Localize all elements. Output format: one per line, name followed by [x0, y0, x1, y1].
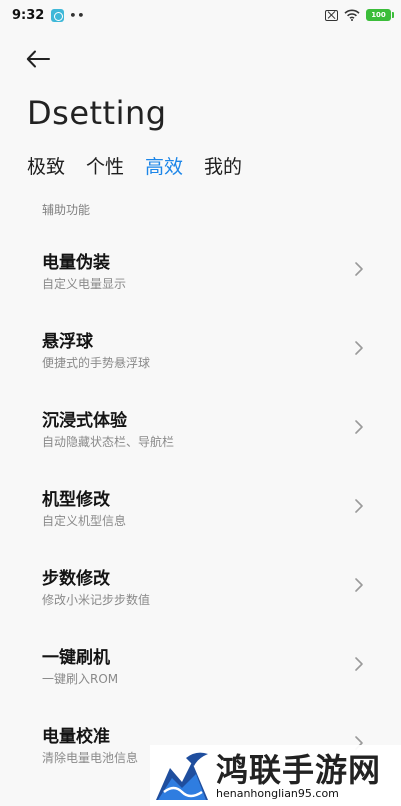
item-title: 一键刷机 [42, 648, 110, 668]
chevron-right-icon [355, 262, 363, 276]
status-icons: 100 [325, 9, 394, 21]
arrow-left-icon [26, 50, 50, 68]
item-subtitle: 自动隐藏状态栏、导航栏 [42, 435, 175, 449]
watermark: 鸿联手游网 henanhonglian95.com [150, 745, 401, 806]
notification-dots: •• [69, 8, 86, 22]
item-subtitle: 便捷式的手势悬浮球 [42, 356, 151, 370]
item-title: 电量校准 [42, 727, 110, 747]
no-sim-icon [325, 9, 338, 21]
chevron-right-icon [355, 341, 363, 355]
list-item-floating-ball[interactable]: 悬浮球 便捷式的手势悬浮球 [0, 309, 401, 388]
item-subtitle: 自定义电量显示 [42, 277, 127, 291]
item-title: 机型修改 [42, 490, 110, 510]
item-subtitle: 清除电量电池信息 [42, 751, 139, 765]
list-item-one-click-flash[interactable]: 一键刷机 一键刷入ROM [0, 625, 401, 704]
back-button[interactable] [26, 44, 58, 74]
watermark-logo [154, 749, 210, 802]
tab-mine[interactable]: 我的 [204, 152, 242, 179]
list-item-model-modify[interactable]: 机型修改 自定义机型信息 [0, 467, 401, 546]
item-subtitle: 一键刷入ROM [42, 672, 119, 686]
list-item-immersive[interactable]: 沉浸式体验 自动隐藏状态栏、导航栏 [0, 388, 401, 467]
list-item-battery-disguise[interactable]: 电量伪装 自定义电量显示 [0, 230, 401, 309]
tab-extreme[interactable]: 极致 [27, 152, 65, 179]
chevron-right-icon [355, 420, 363, 434]
chevron-right-icon [355, 499, 363, 513]
wifi-icon [344, 9, 360, 21]
tab-efficiency[interactable]: 高效 [145, 152, 183, 179]
item-title: 沉浸式体验 [42, 411, 127, 431]
watermark-text: 鸿联手游网 henanhonglian95.com [216, 751, 381, 800]
watermark-name: 鸿联手游网 [216, 751, 382, 789]
page-title: Dsetting [27, 94, 167, 132]
item-title: 悬浮球 [42, 332, 93, 352]
app-notification-icon [51, 8, 65, 22]
status-time: 9:32 [12, 7, 45, 23]
list-item-step-modify[interactable]: 步数修改 修改小米记步步数值 [0, 546, 401, 625]
section-header: 辅助功能 [42, 203, 91, 217]
status-bar: 9:32 •• 100 [0, 0, 401, 30]
chevron-right-icon [355, 657, 363, 671]
item-title: 步数修改 [42, 569, 110, 589]
item-subtitle: 自定义机型信息 [42, 514, 127, 528]
item-subtitle: 修改小米记步步数值 [42, 593, 151, 607]
item-title: 电量伪装 [42, 253, 110, 273]
tab-bar: 极致 个性 高效 我的 [27, 152, 242, 179]
settings-list: 电量伪装 自定义电量显示 悬浮球 便捷式的手势悬浮球 沉浸式体验 自动隐藏状态栏… [0, 230, 401, 783]
tab-personality[interactable]: 个性 [86, 152, 124, 179]
chevron-right-icon [355, 578, 363, 592]
watermark-url: henanhonglian95.com [216, 787, 339, 800]
battery-icon: 100 [366, 9, 394, 21]
